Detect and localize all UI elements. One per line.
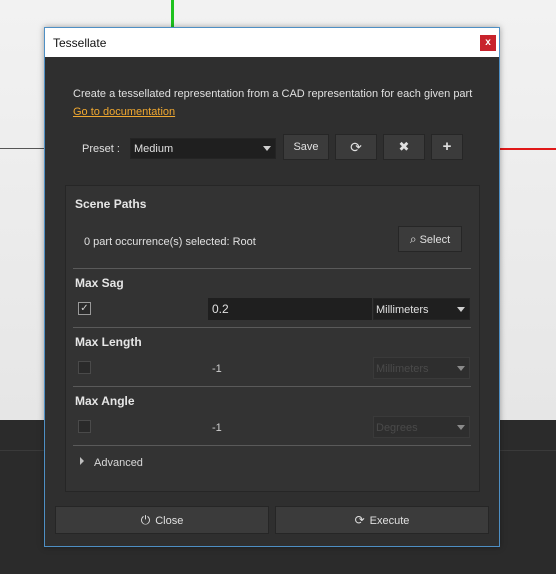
max-length-title: Max Length [75,335,142,349]
chevron-right-icon [80,457,84,465]
max-length-checkbox[interactable] [78,361,91,374]
max-angle-title: Max Angle [75,394,135,408]
max-sag-title: Max Sag [75,276,124,290]
chevron-down-icon [457,366,465,371]
preset-dropdown[interactable]: Medium [130,138,276,159]
select-label: Select [419,234,451,246]
select-button[interactable]: ⌕ Select [398,226,462,252]
max-sag-checkbox[interactable]: ✓ [78,302,91,315]
chevron-down-icon [457,307,465,312]
refresh-icon: ⟳ [354,513,365,527]
max-sag-unit-dropdown[interactable]: Millimeters [373,298,470,320]
description-text: Create a tessellated representation from… [73,88,473,100]
preset-label: Preset : [82,143,120,155]
refresh-preset-button[interactable]: ⟳ [335,134,377,160]
close-button[interactable]: ⏻ Close [55,506,269,534]
parameters-panel: Scene Paths 0 part occurrence(s) selecte… [65,185,480,492]
scene-paths-status: 0 part occurrence(s) selected: Root [84,236,256,248]
max-sag-unit-value: Millimeters [376,304,429,316]
add-preset-button[interactable]: + [431,134,463,160]
max-length-unit-value: Millimeters [376,363,429,375]
y-axis-line [171,0,174,28]
window-title: Tessellate [53,36,107,50]
max-length-value: -1 [212,363,222,375]
save-preset-button[interactable]: Save [283,134,329,160]
close-label: Close [155,515,184,527]
close-window-button[interactable]: x [480,35,496,51]
delete-icon: ✖ [398,139,410,154]
grid-line [0,148,45,149]
advanced-label: Advanced [94,457,143,469]
divider [73,268,471,269]
title-bar: Tessellate x [45,28,499,57]
tessellate-dialog: Tessellate x Create a tessellated repres… [44,27,500,547]
divider [73,445,471,446]
scene-paths-title: Scene Paths [75,197,147,211]
max-angle-unit-value: Degrees [376,422,418,434]
plus-icon: + [442,138,452,155]
execute-label: Execute [369,515,410,527]
execute-button[interactable]: ⟳ Execute [275,506,489,534]
power-icon: ⏻ [140,513,151,527]
chevron-down-icon [457,425,465,430]
search-icon: ⌕ [409,232,417,246]
check-icon: ✓ [80,303,89,314]
max-length-unit-dropdown[interactable]: Millimeters [373,357,470,379]
divider [73,386,471,387]
max-angle-unit-dropdown[interactable]: Degrees [373,416,470,438]
max-sag-input[interactable]: 0.2 [208,298,372,320]
max-angle-value: -1 [212,422,222,434]
close-icon: x [485,37,491,48]
chevron-down-icon [263,146,271,151]
delete-preset-button[interactable]: ✖ [383,134,425,160]
advanced-toggle[interactable]: Advanced [80,457,143,469]
max-angle-checkbox[interactable] [78,420,91,433]
refresh-icon: ⟳ [350,139,362,155]
divider [73,327,471,328]
x-axis-line [499,148,556,150]
documentation-link[interactable]: Go to documentation [73,106,175,118]
preset-selected-value: Medium [134,143,174,155]
